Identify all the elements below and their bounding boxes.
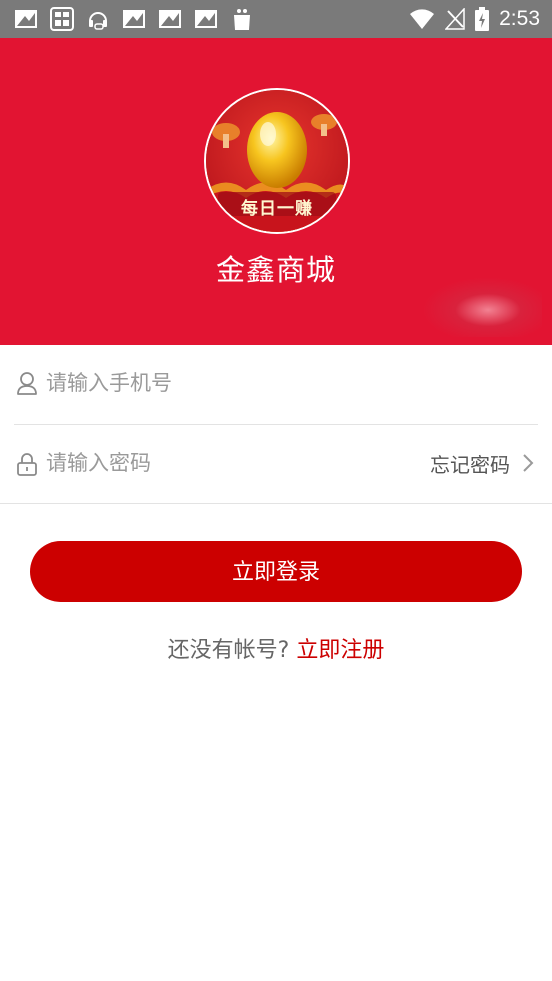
password-row: 忘记密码 — [0, 425, 552, 503]
register-link[interactable]: 立即注册 — [296, 638, 384, 663]
status-bar: 2:53 — [0, 0, 552, 38]
image-notification-icon — [195, 10, 217, 28]
password-input[interactable] — [46, 443, 366, 483]
app-logo: 每日一赚 — [204, 88, 350, 234]
system-indicators: 2:53 — [409, 0, 540, 38]
image-notification-icon — [123, 10, 145, 28]
login-button[interactable]: 立即登录 — [30, 541, 522, 602]
phone-input[interactable] — [46, 363, 406, 403]
image-notification-icon — [159, 10, 181, 28]
image-notification-icon — [15, 10, 37, 28]
app-name: 金鑫商城 — [215, 253, 336, 287]
game-app-icon — [50, 7, 74, 31]
wifi-icon — [410, 9, 435, 29]
headset-icon — [89, 12, 107, 30]
battery-charging-icon — [475, 7, 490, 31]
lock-icon — [17, 453, 37, 476]
divider — [0, 503, 552, 504]
shopping-bag-icon — [234, 9, 250, 30]
clock: 2:53 — [499, 7, 540, 30]
phone-row — [0, 345, 552, 423]
no-signal-icon — [445, 8, 465, 30]
user-icon — [17, 372, 37, 395]
forgot-password-link[interactable]: 忘记密码 — [430, 449, 510, 478]
notification-icons — [14, 7, 254, 31]
header-banner: 每日一赚 金鑫商城 — [0, 38, 552, 345]
logo-caption: 每日一赚 — [241, 199, 313, 219]
chevron-right-icon[interactable] — [522, 453, 534, 473]
no-account-text: 还没有帐号? — [167, 638, 290, 663]
register-prompt: 还没有帐号? 立即注册 — [0, 632, 552, 664]
